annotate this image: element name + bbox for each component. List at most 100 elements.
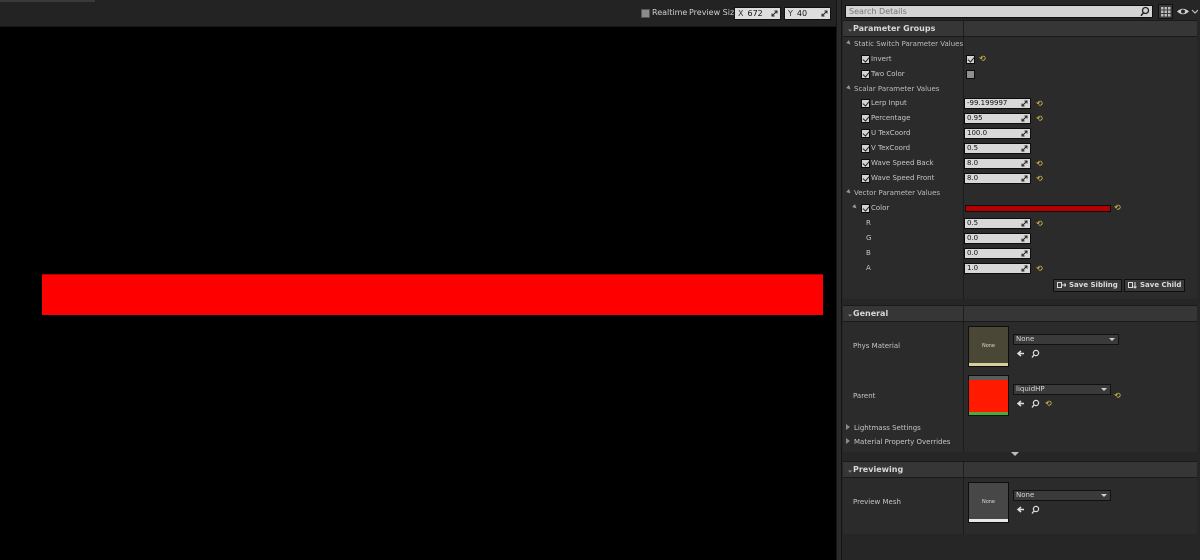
use-selected-arrow-icon[interactable] xyxy=(1016,399,1025,408)
param-label: Color xyxy=(871,204,890,212)
browse-search-icon[interactable] xyxy=(1031,399,1040,408)
field-value: 0.95 xyxy=(967,114,983,122)
lerp-input-override-checkbox[interactable] xyxy=(861,99,870,108)
row-label: Lightmass Settings xyxy=(854,424,921,432)
v-texcoord-override-checkbox[interactable] xyxy=(861,144,870,153)
thumbnail-label: None xyxy=(981,499,996,505)
thumbnail-checker xyxy=(969,376,1008,380)
preview-mesh-thumbnail[interactable]: None xyxy=(968,482,1009,523)
button-label: Save Sibling xyxy=(1069,281,1118,289)
realtime-label: Realtime xyxy=(652,8,688,17)
parent-combo[interactable]: liquidHP xyxy=(1013,384,1111,395)
collapse-arrow-icon xyxy=(845,310,853,317)
use-selected-arrow-icon[interactable] xyxy=(1016,349,1025,358)
color-a-field[interactable]: 1.0 xyxy=(964,263,1031,274)
browse-search-icon[interactable] xyxy=(1031,349,1040,358)
phys-material-combo[interactable]: None xyxy=(1013,334,1119,345)
combo-value: None xyxy=(1016,491,1035,499)
reset-to-default-icon[interactable]: ⟲ xyxy=(1036,220,1044,228)
save-sibling-button[interactable]: Save Sibling xyxy=(1053,279,1122,292)
material-property-overrides-row[interactable]: Material Property Overrides xyxy=(846,438,950,446)
u-texcoord-field[interactable]: 100.0 xyxy=(964,128,1031,139)
show-advanced-arrow-icon[interactable] xyxy=(1011,452,1019,456)
color-override-checkbox[interactable] xyxy=(861,204,870,213)
wave-speed-back-override-checkbox[interactable] xyxy=(861,159,870,168)
search-box[interactable] xyxy=(845,5,1153,18)
column-divider xyxy=(963,21,964,36)
combo-value: liquidHP xyxy=(1016,385,1045,393)
column-divider xyxy=(963,306,964,321)
preview-mesh-combo[interactable]: None xyxy=(1013,490,1111,501)
wave-speed-front-override-checkbox[interactable] xyxy=(861,174,870,183)
color-picker-swatch[interactable] xyxy=(965,205,1111,212)
collapse-arrow-icon xyxy=(845,25,853,32)
subcategory-scalar[interactable]: Scalar Parameter Values xyxy=(846,85,939,93)
search-icon[interactable] xyxy=(1140,6,1150,17)
drag-handle-icon xyxy=(771,10,778,17)
color-r-field[interactable]: 0.5 xyxy=(964,218,1031,229)
reset-to-default-icon[interactable]: ⟲ xyxy=(1036,160,1044,168)
grid-icon xyxy=(1161,7,1171,17)
subcategory-vector[interactable]: Vector Parameter Values xyxy=(846,189,941,197)
browse-search-icon[interactable] xyxy=(1031,505,1040,514)
reset-to-default-icon[interactable]: ⟲ xyxy=(979,55,987,63)
percentage-override-checkbox[interactable] xyxy=(861,114,870,123)
two-color-override-checkbox[interactable] xyxy=(861,70,870,79)
view-options-eye-icon[interactable] xyxy=(1176,6,1198,17)
column-divider xyxy=(963,478,964,534)
parent-label: Parent xyxy=(853,392,876,400)
reset-to-default-icon[interactable]: ⟲ xyxy=(1036,100,1044,108)
preview-material-bar xyxy=(42,274,823,315)
preview-size-y-input[interactable]: Y 40 xyxy=(784,7,831,20)
preview-mesh-label: Preview Mesh xyxy=(853,498,901,506)
reset-to-default-icon[interactable]: ⟲ xyxy=(1114,392,1122,400)
thumbnail-label: None xyxy=(981,343,996,349)
preview-size-x-input[interactable]: X 672 xyxy=(734,7,781,20)
lerp-input-field[interactable]: -99.199997 xyxy=(964,98,1031,109)
material-preview-viewport[interactable]: Realtime Preview Size X 672 Y 40 xyxy=(0,0,836,560)
subcategory-static-switch[interactable]: Static Switch Parameter Values xyxy=(846,40,963,48)
invert-override-checkbox[interactable] xyxy=(861,55,870,64)
color-g-field[interactable]: 0.0 xyxy=(964,233,1031,244)
y-axis-label: Y xyxy=(788,9,793,18)
collapse-arrow-icon xyxy=(846,40,852,46)
expand-arrow-icon xyxy=(846,438,850,444)
realtime-checkbox[interactable] xyxy=(641,9,650,18)
color-b-field[interactable]: 0.0 xyxy=(964,248,1031,259)
reset-to-default-icon[interactable]: ⟲ xyxy=(1036,115,1044,123)
reset-to-default-icon[interactable]: ⟲ xyxy=(1036,265,1044,273)
invert-value-checkbox[interactable] xyxy=(966,55,975,64)
y-value: 40 xyxy=(796,9,808,18)
reset-to-default-icon[interactable]: ⟲ xyxy=(1036,175,1044,183)
wave-speed-front-field[interactable]: 8.0 xyxy=(964,173,1031,184)
drag-handle-icon xyxy=(1021,160,1028,167)
field-value: 0.5 xyxy=(967,144,979,152)
reset-to-default-icon[interactable]: ⟲ xyxy=(1114,204,1122,212)
category-parameter-groups[interactable]: Parameter Groups xyxy=(843,20,1197,37)
u-texcoord-override-checkbox[interactable] xyxy=(861,129,870,138)
two-color-value-checkbox[interactable] xyxy=(966,70,975,79)
wave-speed-back-field[interactable]: 8.0 xyxy=(964,158,1031,169)
lightmass-settings-row[interactable]: Lightmass Settings xyxy=(846,424,921,432)
search-input[interactable] xyxy=(846,6,1136,17)
channel-label: G xyxy=(866,234,872,242)
phys-material-thumbnail[interactable]: None xyxy=(968,326,1009,367)
drag-handle-icon xyxy=(1021,220,1028,227)
save-child-button[interactable]: Save Child xyxy=(1124,279,1186,292)
phys-material-label: Phys Material xyxy=(853,342,901,350)
property-matrix-button[interactable] xyxy=(1158,4,1173,19)
parent-material-thumbnail[interactable] xyxy=(968,375,1009,416)
field-value: 0.0 xyxy=(967,234,979,242)
category-general[interactable]: General xyxy=(843,305,1197,322)
v-texcoord-field[interactable]: 0.5 xyxy=(964,143,1031,154)
subcategory-title: Vector Parameter Values xyxy=(854,189,941,197)
drag-handle-icon xyxy=(1021,175,1028,182)
category-title: Parameter Groups xyxy=(853,24,936,33)
save-sibling-icon xyxy=(1057,282,1066,288)
reset-to-default-icon[interactable]: ⟲ xyxy=(1045,400,1053,408)
percentage-field[interactable]: 0.95 xyxy=(964,113,1031,124)
param-label: Lerp Input xyxy=(871,99,907,107)
use-selected-arrow-icon[interactable] xyxy=(1016,505,1025,514)
x-value: 672 xyxy=(747,9,763,18)
category-previewing[interactable]: Previewing xyxy=(843,461,1197,478)
